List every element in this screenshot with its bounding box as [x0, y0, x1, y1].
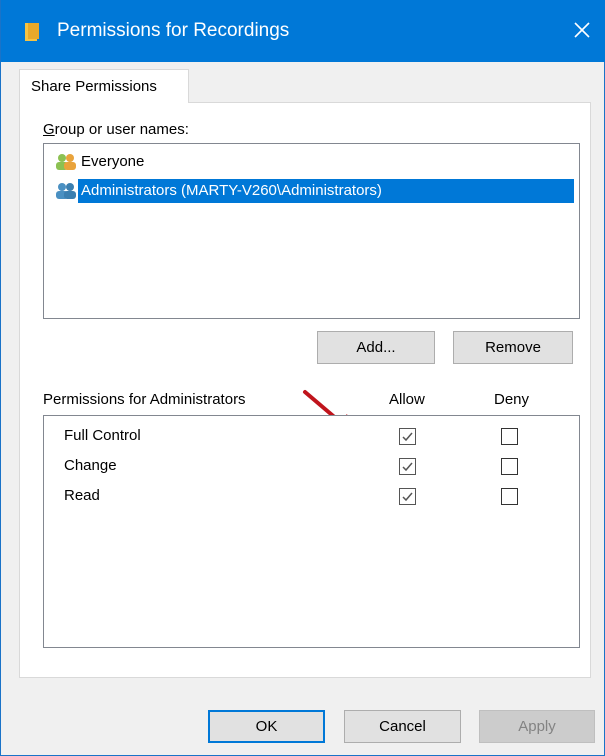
cancel-button-label: Cancel: [379, 718, 426, 735]
permissions-list: Full Control Change Read: [43, 415, 580, 648]
users-icon: [56, 183, 76, 199]
cancel-button[interactable]: Cancel: [344, 710, 461, 743]
add-button[interactable]: Add...: [317, 331, 435, 364]
apply-button-label: Apply: [518, 718, 556, 735]
deny-change-checkbox[interactable]: [501, 458, 518, 475]
permission-name-full-control: Full Control: [64, 427, 141, 444]
list-item-label: Everyone: [81, 153, 145, 170]
folder-icon: [25, 23, 39, 41]
apply-button[interactable]: Apply: [479, 710, 595, 743]
checkmark-icon: [402, 492, 413, 502]
group-user-listbox[interactable]: Everyone Administrators (MARTY-V260\Admi…: [43, 143, 580, 319]
permission-name-change: Change: [64, 457, 117, 474]
deny-full-control-checkbox[interactable]: [501, 428, 518, 445]
title-bar[interactable]: Permissions for Recordings: [1, 0, 605, 62]
deny-column-header: Deny: [494, 391, 530, 408]
group-or-user-names-label: Group or user names:: [43, 121, 189, 139]
window-title: Permissions for Recordings: [57, 20, 290, 41]
remove-button-label: Remove: [485, 339, 541, 356]
permissions-for-label: Permissions for Administrators: [43, 391, 246, 408]
checkmark-icon: [402, 432, 413, 442]
deny-read-checkbox[interactable]: [501, 488, 518, 505]
allow-change-checkbox[interactable]: [399, 458, 416, 475]
ok-button[interactable]: OK: [208, 710, 325, 743]
remove-button[interactable]: Remove: [453, 331, 573, 364]
checkmark-icon: [402, 462, 413, 472]
add-button-label: Add...: [356, 339, 396, 356]
allow-column-header: Allow: [389, 391, 425, 408]
allow-read-checkbox[interactable]: [399, 488, 416, 505]
allow-full-control-checkbox[interactable]: [399, 428, 416, 445]
close-button[interactable]: [566, 14, 598, 46]
users-icon: [56, 154, 76, 170]
tab-share-permissions[interactable]: Share Permissions: [19, 69, 189, 103]
label-accelerator: G: [43, 121, 55, 138]
tab-label: Share Permissions: [31, 78, 157, 95]
list-item-everyone[interactable]: Everyone: [54, 150, 147, 174]
label-rest: roup or user names:: [54, 121, 189, 138]
permissions-dialog: Permissions for Recordings Share Permiss…: [0, 0, 605, 756]
list-item-label: Administrators (MARTY-V260\Administrator…: [78, 179, 574, 203]
close-icon: [574, 22, 590, 38]
ok-button-label: OK: [255, 718, 278, 735]
permission-name-read: Read: [64, 487, 100, 504]
list-item-administrators[interactable]: Administrators (MARTY-V260\Administrator…: [54, 179, 574, 203]
